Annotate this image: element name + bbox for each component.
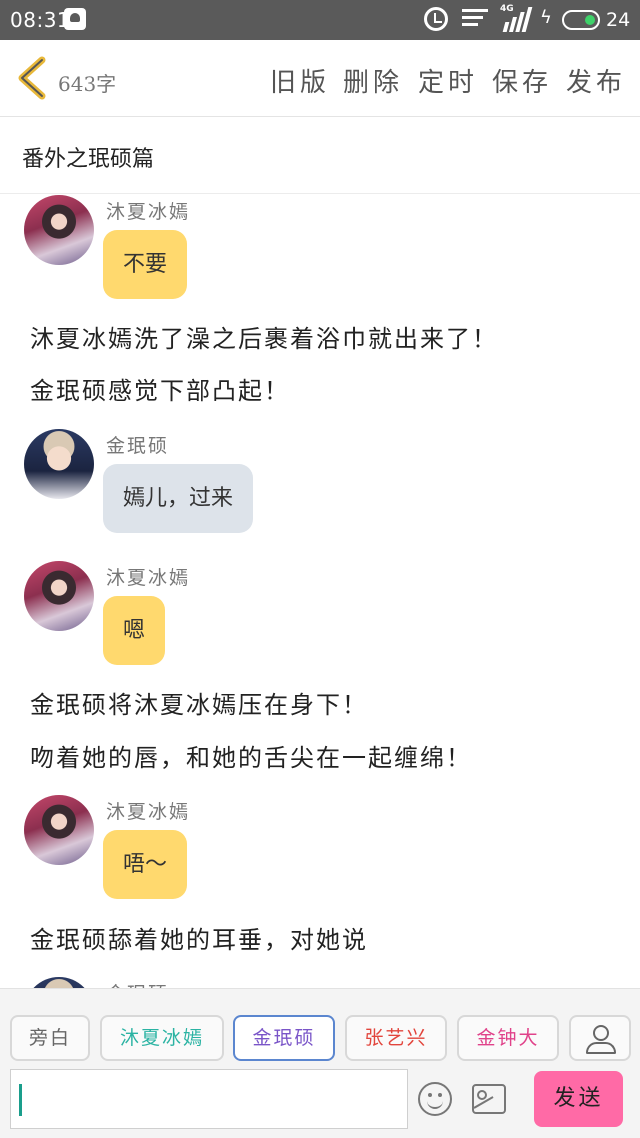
avatar[interactable] (24, 795, 94, 865)
story-title-row[interactable]: 番外之珉硕篇 (0, 117, 640, 194)
charging-icon: ϟ (540, 7, 552, 28)
status-bar: 08:31 4G ϟ 24 (0, 0, 640, 40)
character-chip-muxiabingyan[interactable]: 沐夏冰嫣 (100, 1015, 224, 1061)
message-input[interactable] (10, 1069, 408, 1129)
avatar[interactable] (24, 195, 94, 265)
narration-line[interactable]: 金珉硕舔着她的耳垂，对她说 (30, 920, 368, 955)
text-cursor (19, 1084, 22, 1116)
publish-button[interactable]: 发布 (566, 62, 626, 99)
character-chip-zhangyixing[interactable]: 张艺兴 (345, 1015, 447, 1061)
editor-toolbar: 643字 旧版 删除 定时 保存 发布 (0, 40, 640, 117)
sender-name: 沐夏冰嫣 (106, 201, 191, 223)
character-chip-jinzhongda[interactable]: 金钟大 (457, 1015, 559, 1061)
notification-icon (64, 8, 86, 30)
avatar[interactable] (24, 561, 94, 631)
signal-icon (500, 6, 533, 32)
user-icon (593, 1025, 609, 1041)
wifi-icon (462, 9, 488, 31)
sender-name: 金珉硕 (106, 435, 170, 457)
character-chip-jinminshuo[interactable]: 金珉硕 (233, 1015, 335, 1061)
story-title: 番外之珉硕篇 (22, 147, 155, 172)
save-button[interactable]: 保存 (492, 62, 552, 99)
sender-name: 金珉硕 (106, 979, 169, 988)
composer-panel: 旁白 沐夏冰嫣 金珉硕 张艺兴 金钟大 发送 (0, 988, 640, 1138)
old-version-button[interactable]: 旧版 (270, 62, 330, 99)
delete-button[interactable]: 删除 (343, 62, 403, 99)
sender-name: 沐夏冰嫣 (106, 567, 191, 589)
word-count: 643字 (58, 72, 117, 96)
add-character-button[interactable] (569, 1015, 631, 1061)
message-bubble[interactable]: 嫣儿，过来 (103, 464, 254, 533)
sender-name: 沐夏冰嫣 (106, 801, 191, 823)
narration-line[interactable]: 吻着她的唇，和她的舌尖在一起缠绵！ (30, 738, 472, 773)
narration-line[interactable]: 金珉硕将沐夏冰嫣压在身下！ (30, 685, 368, 720)
narration-line[interactable]: 沐夏冰嫣洗了澡之后裹着浴巾就出来了！ (30, 319, 498, 354)
alarm-icon (424, 7, 448, 31)
back-arrow-icon[interactable] (14, 56, 54, 100)
message-bubble[interactable]: 唔～ (103, 830, 188, 899)
battery-level: 24 (606, 9, 631, 31)
message-bubble[interactable]: 不要 (103, 230, 188, 299)
send-button[interactable]: 发送 (534, 1071, 623, 1127)
story-content[interactable]: 沐夏冰嫣 不要 沐夏冰嫣洗了澡之后裹着浴巾就出来了！ 金珉硕感觉下部凸起！ 金珉… (0, 195, 640, 988)
schedule-button[interactable]: 定时 (418, 62, 478, 99)
avatar[interactable] (24, 977, 94, 988)
message-bubble[interactable]: 嗯 (103, 596, 166, 665)
avatar[interactable] (24, 429, 94, 499)
battery-icon (562, 10, 600, 30)
narration-line[interactable]: 金珉硕感觉下部凸起！ (30, 371, 290, 406)
image-icon[interactable] (472, 1084, 506, 1114)
emoji-icon[interactable] (418, 1082, 452, 1116)
clock: 08:31 (10, 8, 71, 32)
character-chip-narrator[interactable]: 旁白 (10, 1015, 90, 1061)
